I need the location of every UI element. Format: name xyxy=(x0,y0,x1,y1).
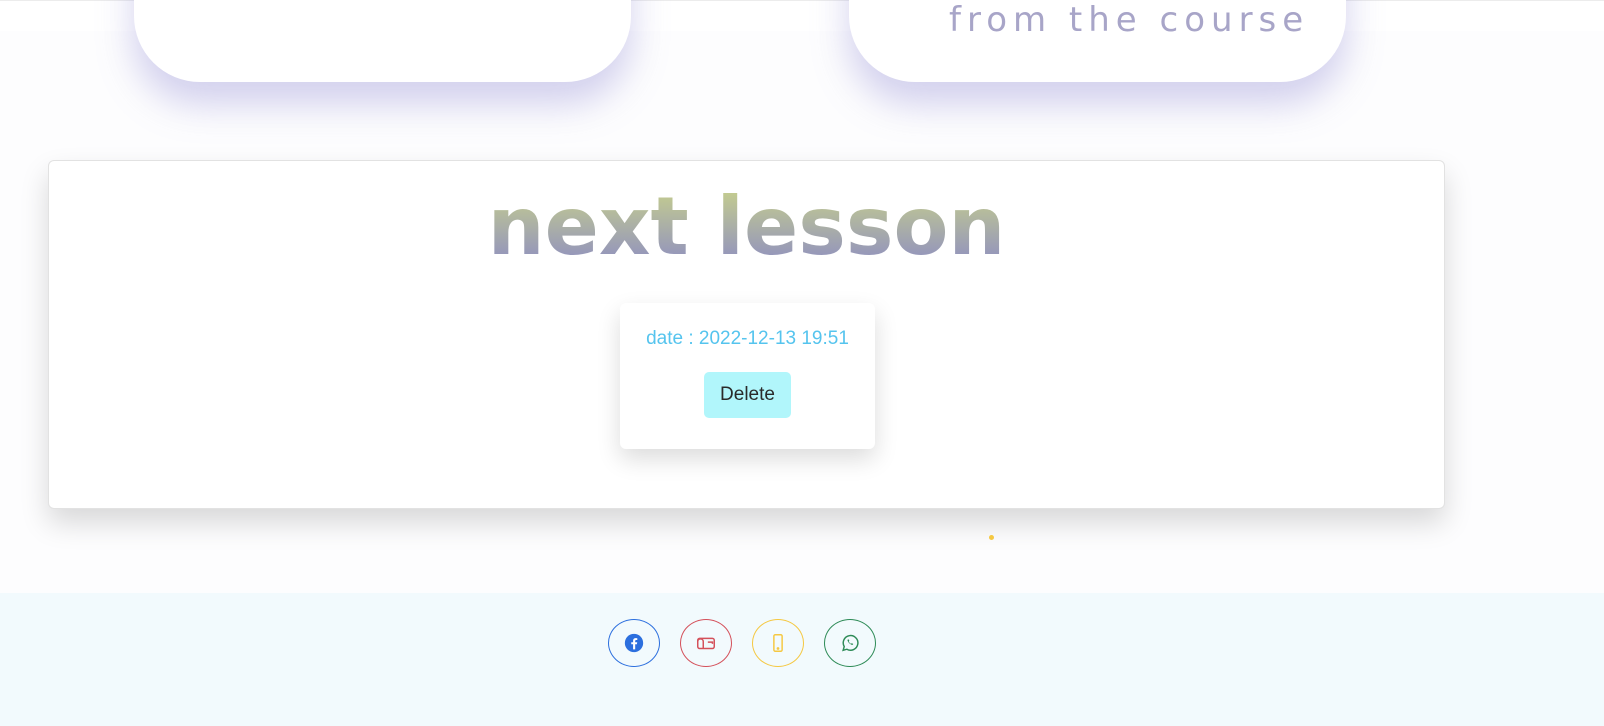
lesson-card: date : 2022-12-13 19:51 Delete xyxy=(620,303,875,449)
next-lesson-panel: next lesson date : 2022-12-13 19:51 Dele… xyxy=(48,160,1445,509)
lesson-date: date : 2022-12-13 19:51 xyxy=(646,328,849,349)
footer xyxy=(0,593,1604,726)
whatsapp-icon xyxy=(842,634,859,652)
mail-link[interactable] xyxy=(680,619,732,667)
top-card-partial-text: from the course xyxy=(949,0,1310,40)
mailbox-icon xyxy=(697,637,715,650)
phone-link[interactable] xyxy=(752,619,804,667)
decorative-dot xyxy=(989,535,994,540)
facebook-link[interactable] xyxy=(608,619,660,667)
phone-icon xyxy=(773,634,783,652)
delete-button[interactable]: Delete xyxy=(704,372,791,418)
social-links xyxy=(608,619,876,667)
whatsapp-link[interactable] xyxy=(824,619,876,667)
facebook-icon xyxy=(624,633,644,653)
top-card-right: from the course xyxy=(849,0,1346,82)
page-title: next lesson xyxy=(49,183,1444,271)
top-card-left xyxy=(134,0,631,82)
